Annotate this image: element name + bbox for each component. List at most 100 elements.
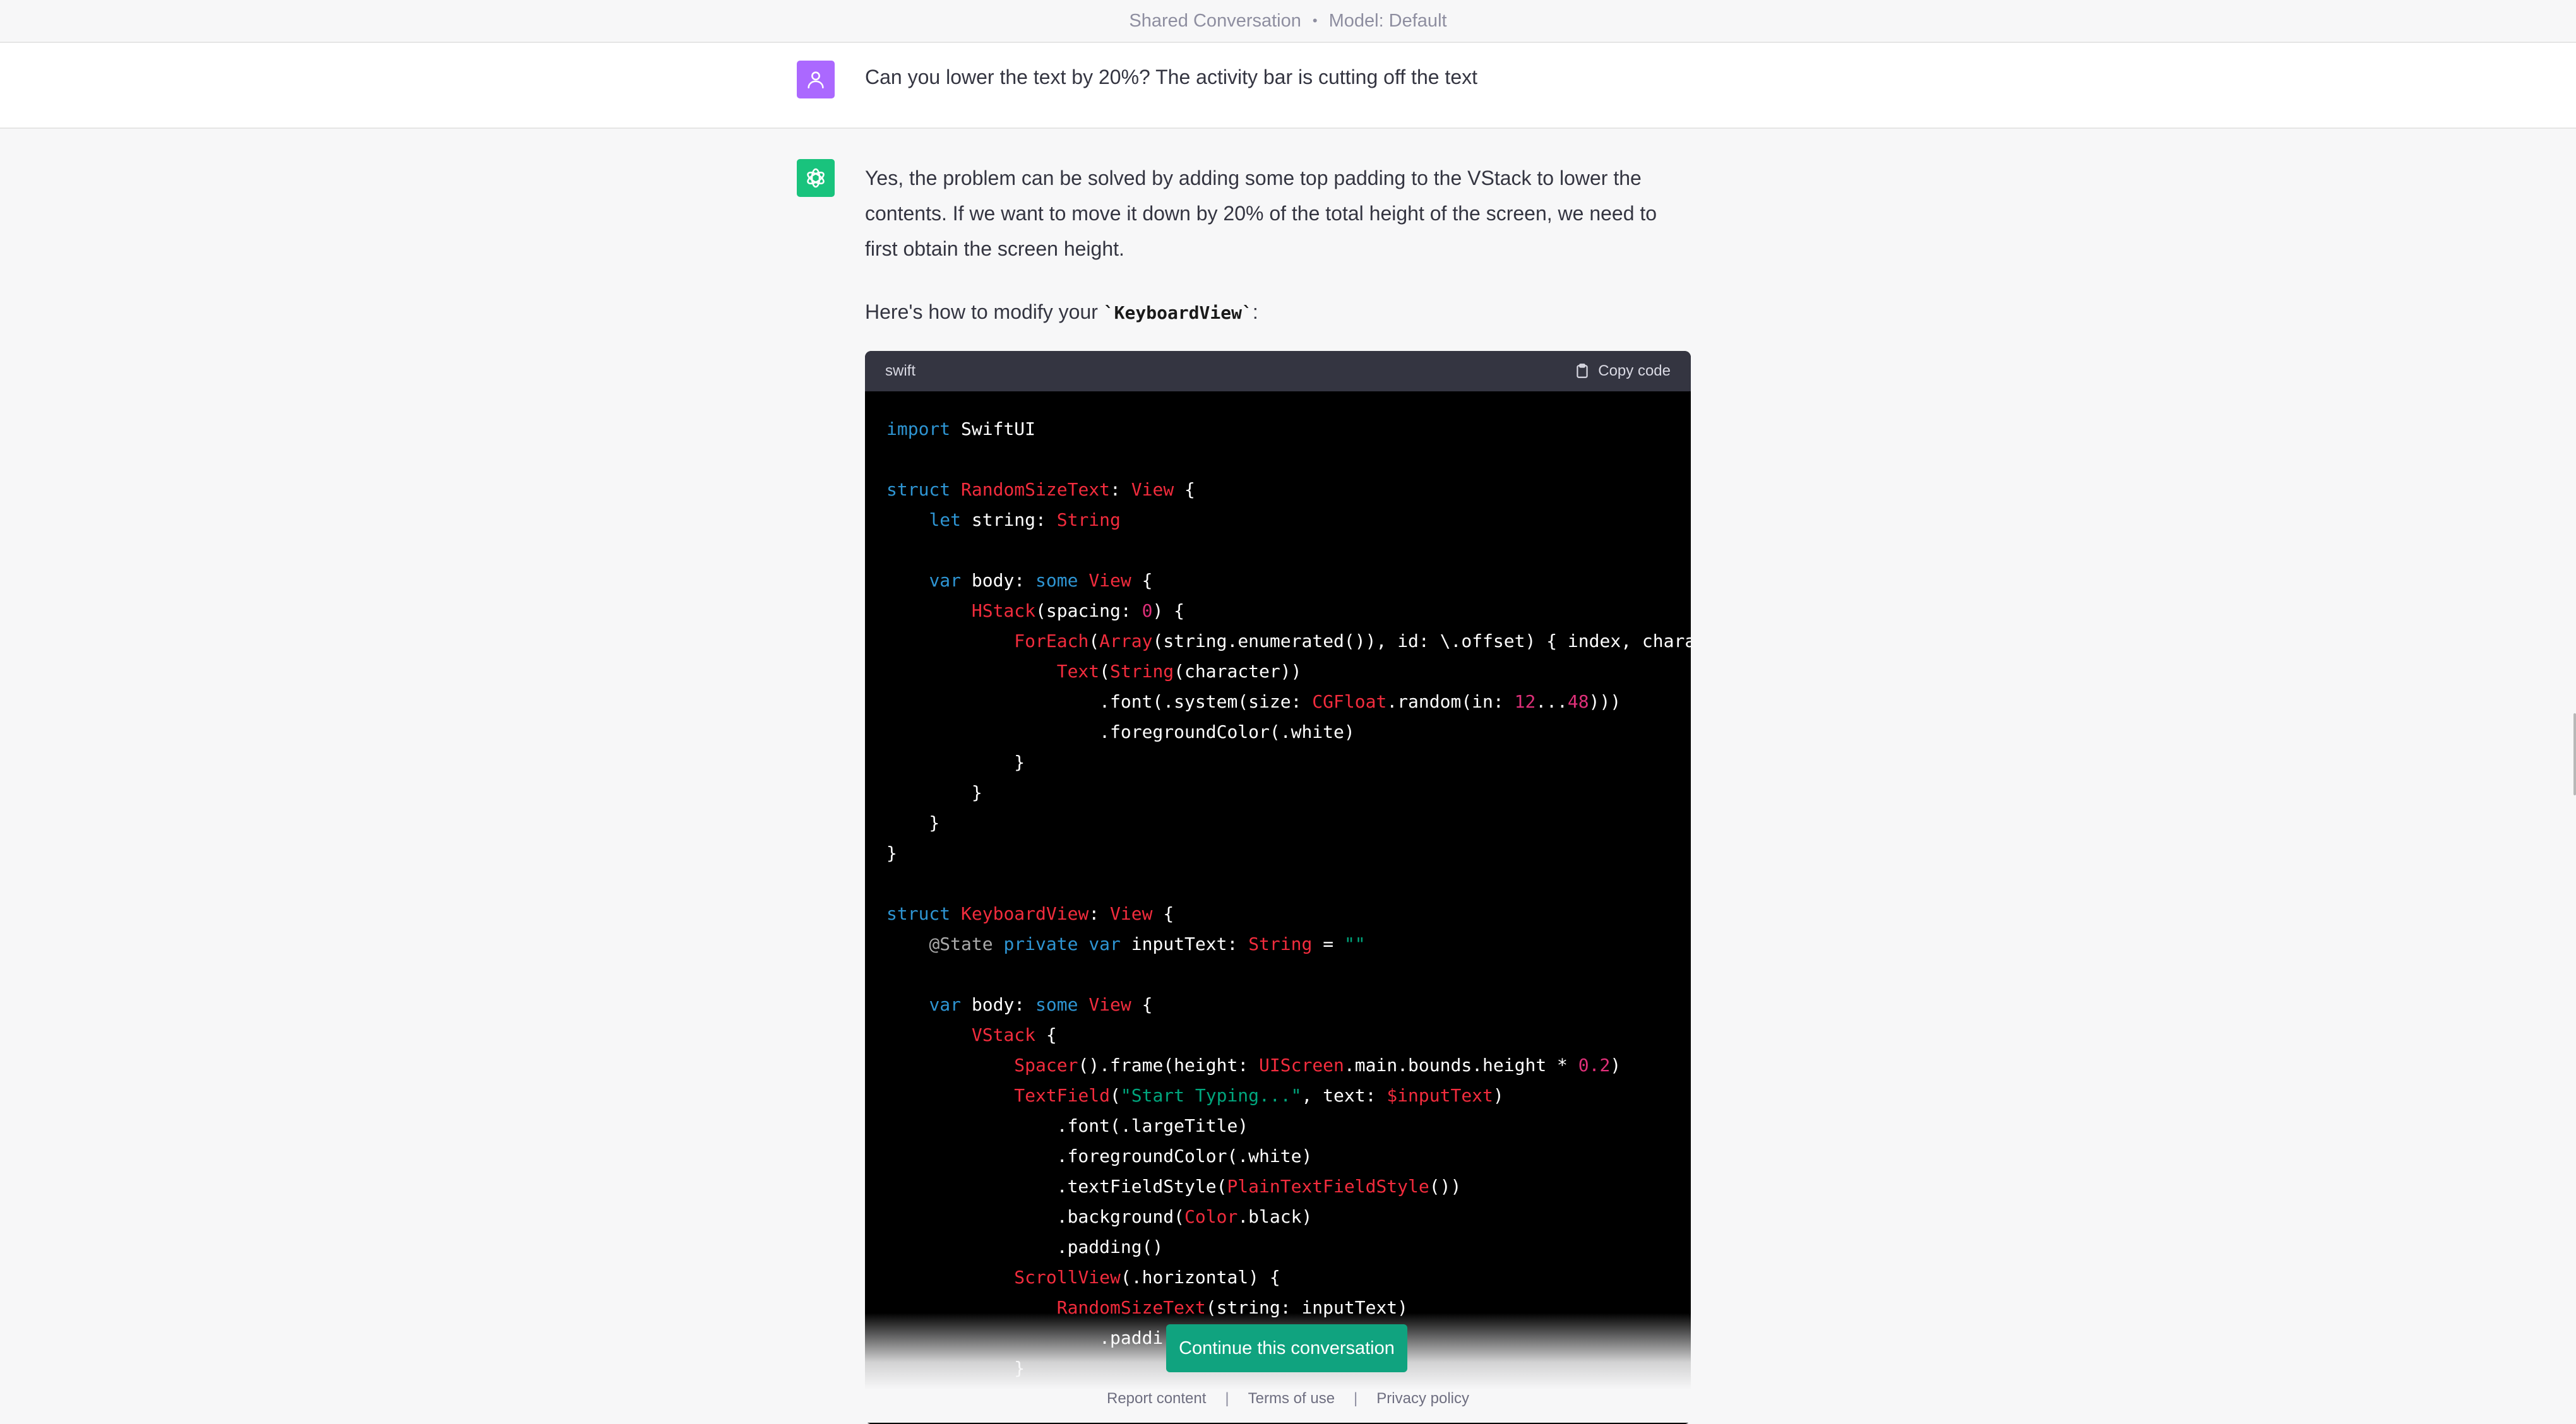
code-token: .foregroundColor(.white) [886,721,1355,742]
code-token: { [1152,903,1174,924]
code-line: } [886,747,1669,778]
openai-logo-icon [807,168,825,188]
code-line: var body: some View { [886,990,1669,1020]
code-token: { [1035,1024,1057,1045]
code-token: Color [1184,1206,1238,1227]
continue-conversation-button[interactable]: Continue this conversation [1166,1324,1407,1372]
code-token: ()) [1429,1176,1462,1197]
code-token: View [1110,903,1153,924]
code-token: : [1088,903,1111,924]
code-token: some [1035,570,1078,591]
copy-code-label: Copy code [1598,362,1671,379]
code-line: VStack { [886,1020,1669,1050]
code-token: 0 [1142,600,1153,621]
code-token: 48 [1567,691,1589,712]
code-token: "Start Typing..." [1120,1085,1302,1106]
code-token: RandomSizeText [961,479,1111,500]
code-language-label: swift [885,362,915,379]
code-token: .padding() [886,1237,1164,1257]
code-content: import SwiftUI struct RandomSizeText: Vi… [865,391,1691,1384]
code-line: struct KeyboardView: View { [886,899,1669,929]
code-token: View [1131,479,1174,500]
code-token: body: [961,570,1036,591]
header-shared-label: Shared Conversation [1129,10,1301,31]
code-token: var [1088,934,1121,954]
code-token: ) [1493,1085,1504,1106]
code-token: var [929,570,962,591]
code-line: .padding() [886,1232,1669,1262]
footer-separator: | [1354,1390,1358,1407]
code-line: let string: String [886,505,1669,535]
code-token: struct [886,479,951,500]
code-line: @State private var inputText: String = "… [886,929,1669,959]
code-token: .main.bounds.height * [1344,1055,1578,1076]
code-line: struct RandomSizeText: View { [886,475,1669,505]
code-token: (.horizontal) { [1120,1267,1280,1288]
code-token: { [1131,570,1153,591]
code-token: } [886,752,1025,773]
header-separator: • [1312,13,1318,28]
code-token: private [1003,934,1078,954]
assistant-paragraph-1: Yes, the problem can be solved by adding… [865,167,1657,260]
scrollbar-thumb[interactable] [2573,713,2576,795]
code-line: .background(Color.black) [886,1202,1669,1232]
code-token: ScrollView [1014,1267,1121,1288]
footer: Report content | Terms of use | Privacy … [0,1386,2576,1411]
code-token: KeyboardView [961,903,1089,924]
code-token: "" [1344,934,1366,954]
code-token: body: [961,994,1036,1015]
code-token: String [1248,934,1313,954]
paragraph-2-suffix: : [1252,300,1258,323]
terms-of-use-link[interactable]: Terms of use [1248,1390,1335,1408]
code-token: String [1056,509,1121,530]
assistant-message-row: Yes, the problem can be solved by adding… [0,129,2576,1424]
code-token: .textFieldStyle( [886,1176,1227,1197]
copy-code-button[interactable]: Copy code [1574,362,1671,380]
code-token: 0.2 [1578,1055,1611,1076]
code-token: .foregroundColor(.white) [886,1146,1313,1166]
code-token: SwiftUI [950,418,1036,439]
code-line: var body: some View { [886,566,1669,596]
code-token: ) [1610,1055,1621,1076]
privacy-policy-link[interactable]: Privacy policy [1376,1390,1469,1408]
code-token: ( [1110,1085,1121,1106]
code-block-header: swift Copy code [865,351,1691,391]
code-token: ForEach [1014,631,1089,651]
inline-code: `KeyboardView` [1103,302,1253,323]
header-model-label: Model: Default [1328,10,1447,31]
code-token: import [886,418,951,439]
user-message-text: Can you lower the text by 20%? The activ… [865,66,1477,88]
code-token: struct [886,903,951,924]
report-content-link[interactable]: Report content [1107,1390,1206,1408]
code-line: .textFieldStyle(PlainTextFieldStyle()) [886,1172,1669,1202]
code-token: string: [961,509,1057,530]
code-token: = [1312,934,1344,954]
code-token: some [1035,994,1078,1015]
clipboard-icon [1577,364,1588,378]
code-token: View [1088,994,1131,1015]
code-token: View [1088,570,1131,591]
code-line: .font(.system(size: CGFloat.random(in: 1… [886,687,1669,717]
code-token: Text [1056,661,1100,682]
code-token: String [1110,661,1174,682]
code-line: ScrollView(.horizontal) { [886,1262,1669,1293]
code-token: } [886,782,982,803]
code-line: .foregroundColor(.white) [886,1141,1669,1172]
assistant-avatar [797,159,835,197]
code-line: HStack(spacing: 0) { [886,596,1669,626]
code-token: ) { [1152,600,1185,621]
code-token: PlainTextFieldStyle [1227,1176,1429,1197]
code-token: UIScreen [1259,1055,1344,1076]
